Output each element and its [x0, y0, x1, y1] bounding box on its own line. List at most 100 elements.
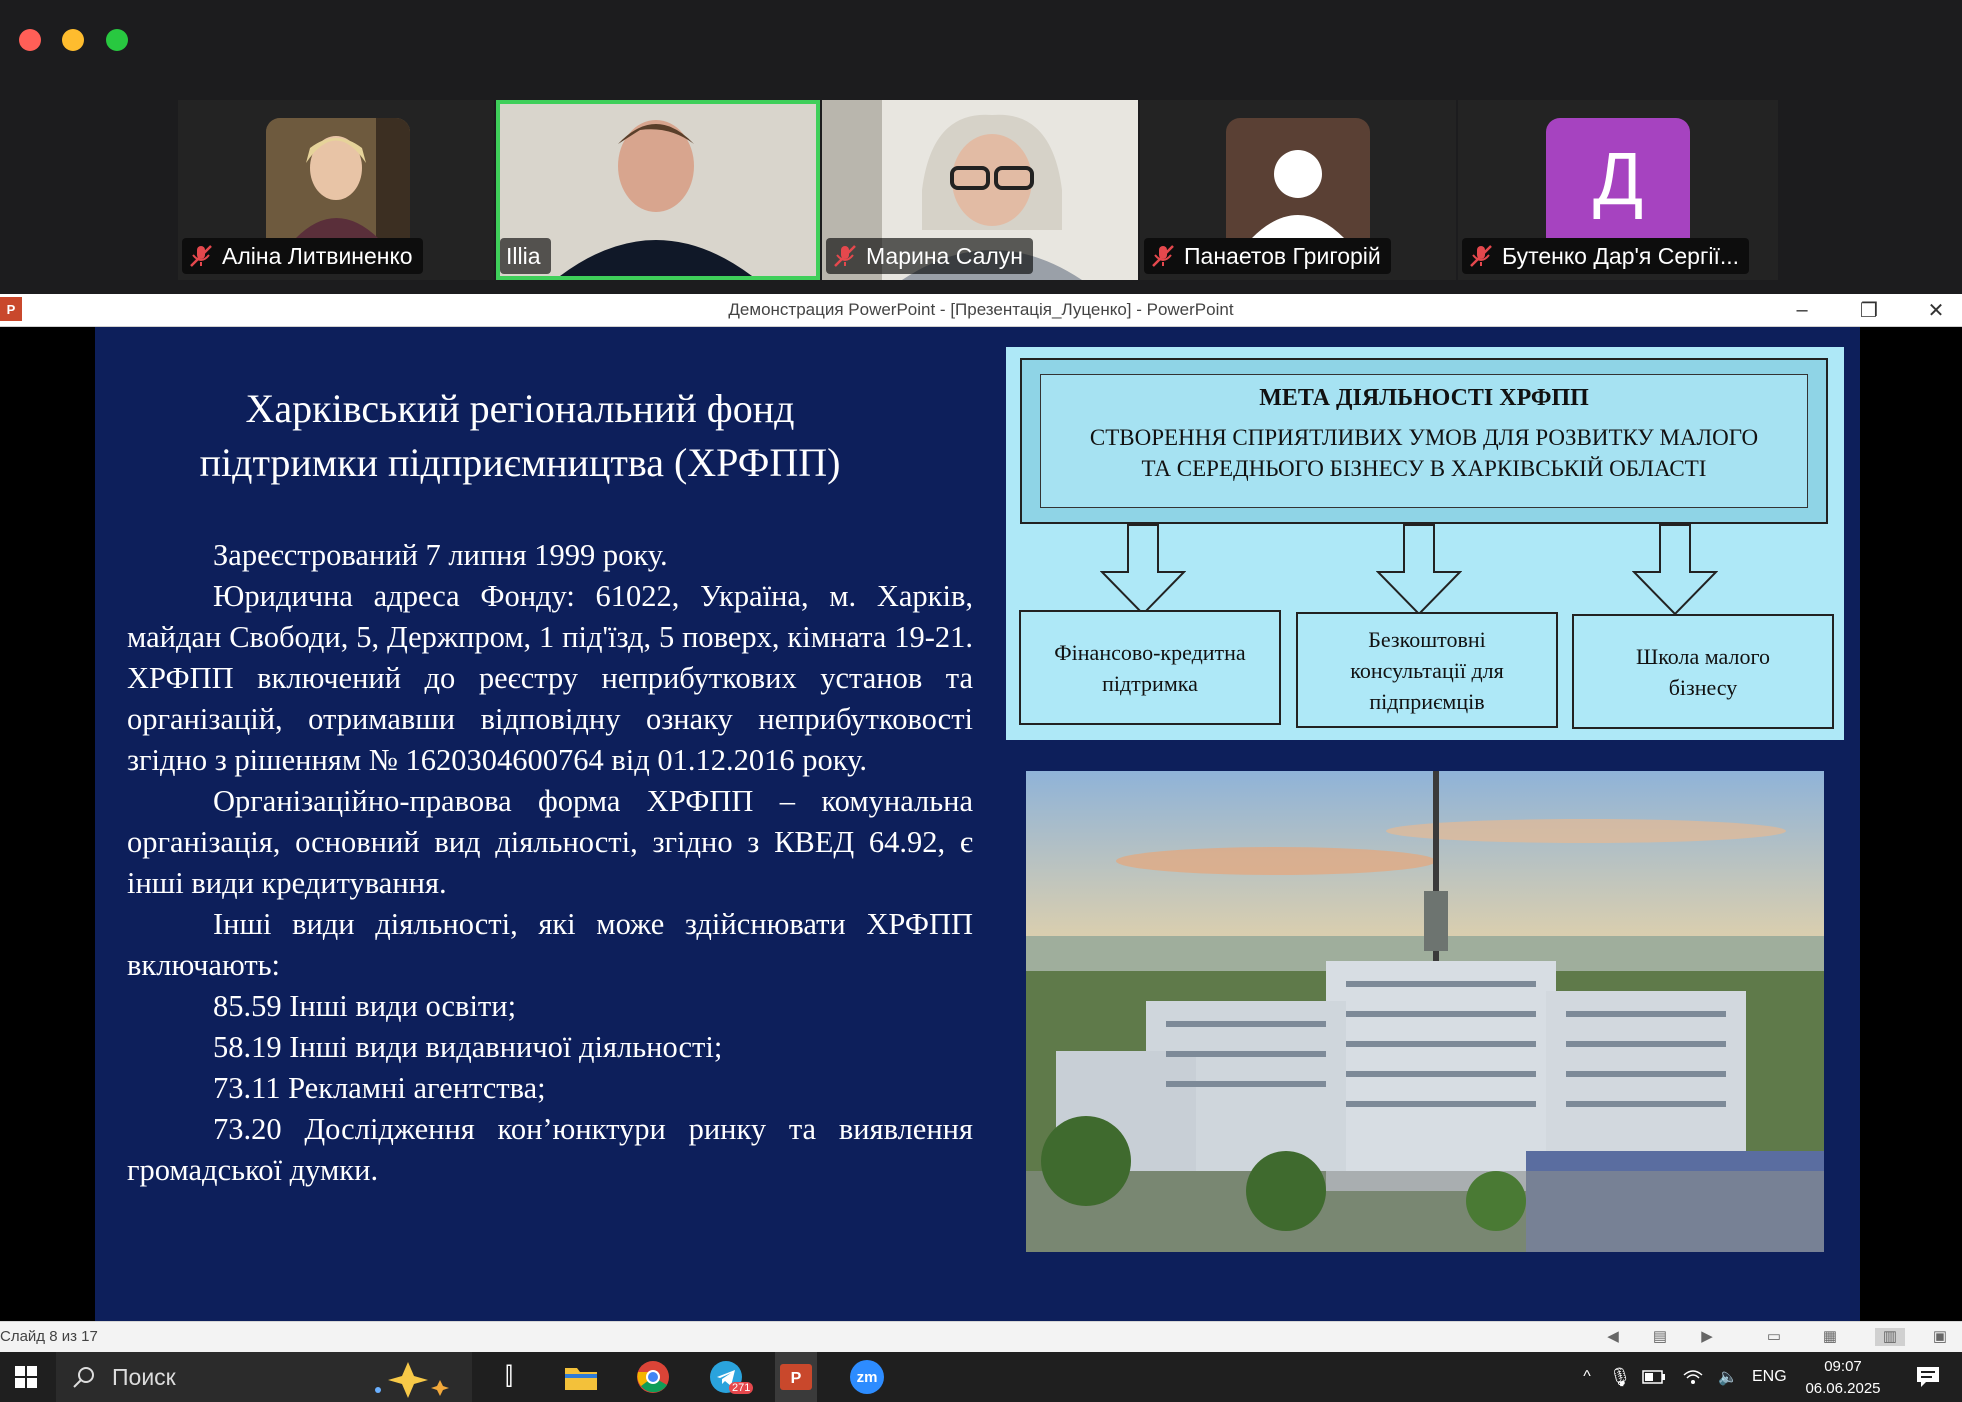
wifi-icon[interactable]: [1680, 1352, 1706, 1402]
fullscreen-window-button[interactable]: [106, 29, 128, 51]
box-text-line: Фінансово-кредитна: [1054, 639, 1246, 665]
clock-time: 09:07: [1824, 1358, 1862, 1375]
participant-video: [266, 118, 410, 238]
goal-box-inner: МЕТА ДІЯЛЬНОСТІ ХРФПП СТВОРЕННЯ СПРИЯТЛИ…: [1040, 374, 1808, 508]
slide-title: Харківський регіональний фонд підтримки …: [125, 382, 915, 490]
slide-body-text: Зареєстрований 7 липня 1999 року. Юридич…: [127, 535, 973, 1191]
avatar-initial: Д: [1592, 136, 1644, 220]
microphone-icon[interactable]: 🎙: [1608, 1352, 1632, 1402]
powerpoint-status-bar: Слайд 8 из 17 ◀ ▤ ▶ ▭ ▦ ▥ ▣: [0, 1321, 1962, 1352]
participant-tile[interactable]: Панаетов Григорій: [1140, 100, 1456, 280]
participant-tile[interactable]: Аліна Литвиненко: [178, 100, 494, 280]
system-clock[interactable]: 09:07 06.06.2025: [1805, 1356, 1881, 1400]
slide-counter: Слайд 8 из 17: [0, 1328, 98, 1345]
slide-menu-icon[interactable]: ▤: [1651, 1328, 1669, 1346]
slide-title-line: підтримки підприємництва (ХРФПП): [199, 440, 841, 485]
participant-tile[interactable]: Марина Салун: [822, 100, 1138, 280]
input-language[interactable]: ENG: [1752, 1352, 1787, 1402]
powerpoint-taskbar-icon[interactable]: P: [775, 1352, 817, 1402]
mic-muted-icon: [834, 245, 856, 267]
participant-name-bar: Панаетов Григорій: [1144, 238, 1391, 274]
windows-logo-icon: [15, 1366, 37, 1388]
mic-muted-icon: [190, 245, 212, 267]
close-button[interactable]: ✕: [1916, 294, 1956, 326]
down-arrow-icon: [1632, 524, 1718, 616]
participant-tile[interactable]: Д Бутенко Дар'я Сергії...: [1458, 100, 1778, 280]
box-text-line: Безкоштовні: [1368, 626, 1486, 652]
clock-date: 06.06.2025: [1805, 1380, 1881, 1397]
normal-view-icon[interactable]: ▭: [1765, 1328, 1783, 1346]
start-button[interactable]: [0, 1352, 52, 1402]
participant-gallery: Аліна Литвиненко Illia Марина Салун Пана…: [178, 100, 1778, 280]
participant-name: Аліна Литвиненко: [222, 242, 413, 269]
kharkiv-derzhprom-photo: [1026, 771, 1824, 1252]
file-explorer-icon[interactable]: [560, 1352, 602, 1402]
body-paragraph: Юридична адреса Фонду: 61022, Україна, м…: [127, 579, 973, 777]
copilot-sparkle-icon: [375, 1362, 449, 1398]
battery-icon[interactable]: [1640, 1352, 1668, 1402]
participant-name: Illia: [506, 242, 541, 269]
goal-text: СТВОРЕННЯ СПРИЯТЛИВИХ УМОВ ДЛЯ РОЗВИТКУ …: [1041, 422, 1807, 484]
powerpoint-title-bar: P Демонстрация PowerPoint - [Презентація…: [0, 294, 1962, 327]
participant-name-bar: Марина Салун: [826, 238, 1034, 274]
goal-heading: МЕТА ДІЯЛЬНОСТІ ХРФПП: [1259, 385, 1589, 411]
svg-text:P: P: [791, 1370, 802, 1387]
goal-text-line: СТВОРЕННЯ СПРИЯТЛИВИХ УМОВ ДЛЯ РОЗВИТКУ …: [1089, 425, 1759, 450]
slide-title-line: Харківський регіональний фонд: [245, 386, 795, 431]
goal-diagram: МЕТА ДІЯЛЬНОСТІ ХРФПП СТВОРЕННЯ СПРИЯТЛИ…: [1006, 347, 1844, 740]
body-list-item: 73.11 Рекламні агентства;: [213, 1071, 546, 1105]
previous-slide-icon[interactable]: ◀: [1604, 1328, 1622, 1346]
window-title: Демонстрация PowerPoint - [Презентація_Л…: [728, 300, 1234, 319]
body-paragraph: Організаційно-правова форма ХРФПП – кому…: [127, 784, 973, 900]
minimize-window-button[interactable]: [62, 29, 84, 51]
participant-tile-active-speaker[interactable]: Illia: [496, 100, 820, 280]
task-view-icon[interactable]: ⫿: [488, 1352, 530, 1402]
slide[interactable]: Харківський регіональний фонд підтримки …: [95, 327, 1860, 1321]
box-text-line: консультації для: [1350, 657, 1504, 683]
support-box-school: Школа малого бізнесу: [1572, 614, 1834, 729]
participant-name: Бутенко Дар'я Сергії...: [1502, 242, 1740, 269]
minimize-button[interactable]: –: [1782, 294, 1822, 326]
notifications-icon[interactable]: [1908, 1352, 1948, 1402]
telegram-icon[interactable]: 271: [705, 1352, 754, 1402]
participant-name-bar: Аліна Литвиненко: [182, 238, 423, 274]
down-arrow-icon: [1100, 524, 1186, 616]
participant-name: Марина Салун: [866, 242, 1024, 269]
mic-muted-icon: [1470, 245, 1492, 267]
slideshow-stage: Харківський регіональний фонд підтримки …: [0, 327, 1962, 1321]
body-list-item: 85.59 Інші види освіти;: [213, 989, 517, 1023]
box-text-line: Школа малого: [1636, 643, 1770, 669]
support-box-finance: Фінансово-кредитна підтримка: [1019, 610, 1281, 725]
search-placeholder: Поиск: [112, 1364, 176, 1390]
body-paragraph: Зареєстрований 7 липня 1999 року.: [213, 538, 668, 572]
user-silhouette-icon: [1252, 150, 1344, 238]
chrome-icon[interactable]: [632, 1352, 674, 1402]
down-arrow-icon: [1376, 524, 1462, 616]
zoom-taskbar-icon[interactable]: zm: [846, 1352, 888, 1402]
box-text-line: підприємців: [1369, 688, 1485, 714]
goal-box: МЕТА ДІЯЛЬНОСТІ ХРФПП СТВОРЕННЯ СПРИЯТЛИ…: [1020, 358, 1828, 524]
box-text-line: підтримка: [1102, 670, 1198, 696]
reading-view-icon[interactable]: ▥: [1875, 1328, 1905, 1346]
show-hidden-icons-chevron-icon[interactable]: ^: [1574, 1352, 1600, 1402]
participant-name-bar: Illia: [500, 238, 551, 274]
participant-name-bar: Бутенко Дар'я Сергії...: [1462, 238, 1750, 274]
telegram-unread-badge: 271: [729, 1382, 754, 1394]
search-icon: [73, 1367, 94, 1388]
default-avatar: [1226, 118, 1370, 238]
slideshow-view-icon[interactable]: ▣: [1931, 1328, 1949, 1346]
zoom-top-bar: [0, 0, 1962, 100]
restore-button[interactable]: ❐: [1849, 294, 1889, 326]
support-box-consulting: Безкоштовні консультації для підприємців: [1296, 612, 1558, 728]
taskbar-search-box[interactable]: Поиск: [56, 1352, 472, 1402]
slide-sorter-icon[interactable]: ▦: [1821, 1328, 1839, 1346]
volume-icon[interactable]: 🔈: [1714, 1352, 1742, 1402]
participant-name: Панаетов Григорій: [1184, 242, 1381, 269]
body-paragraph: Інші види діяльності, які може здійснюва…: [127, 907, 973, 982]
close-window-button[interactable]: [19, 29, 41, 51]
box-text-line: бізнесу: [1668, 674, 1738, 700]
next-slide-icon[interactable]: ▶: [1698, 1328, 1716, 1346]
zoom-label: zm: [850, 1360, 884, 1394]
initial-avatar: Д: [1546, 118, 1690, 238]
body-list-item: 58.19 Інші види видавничої діяльності;: [213, 1030, 723, 1064]
